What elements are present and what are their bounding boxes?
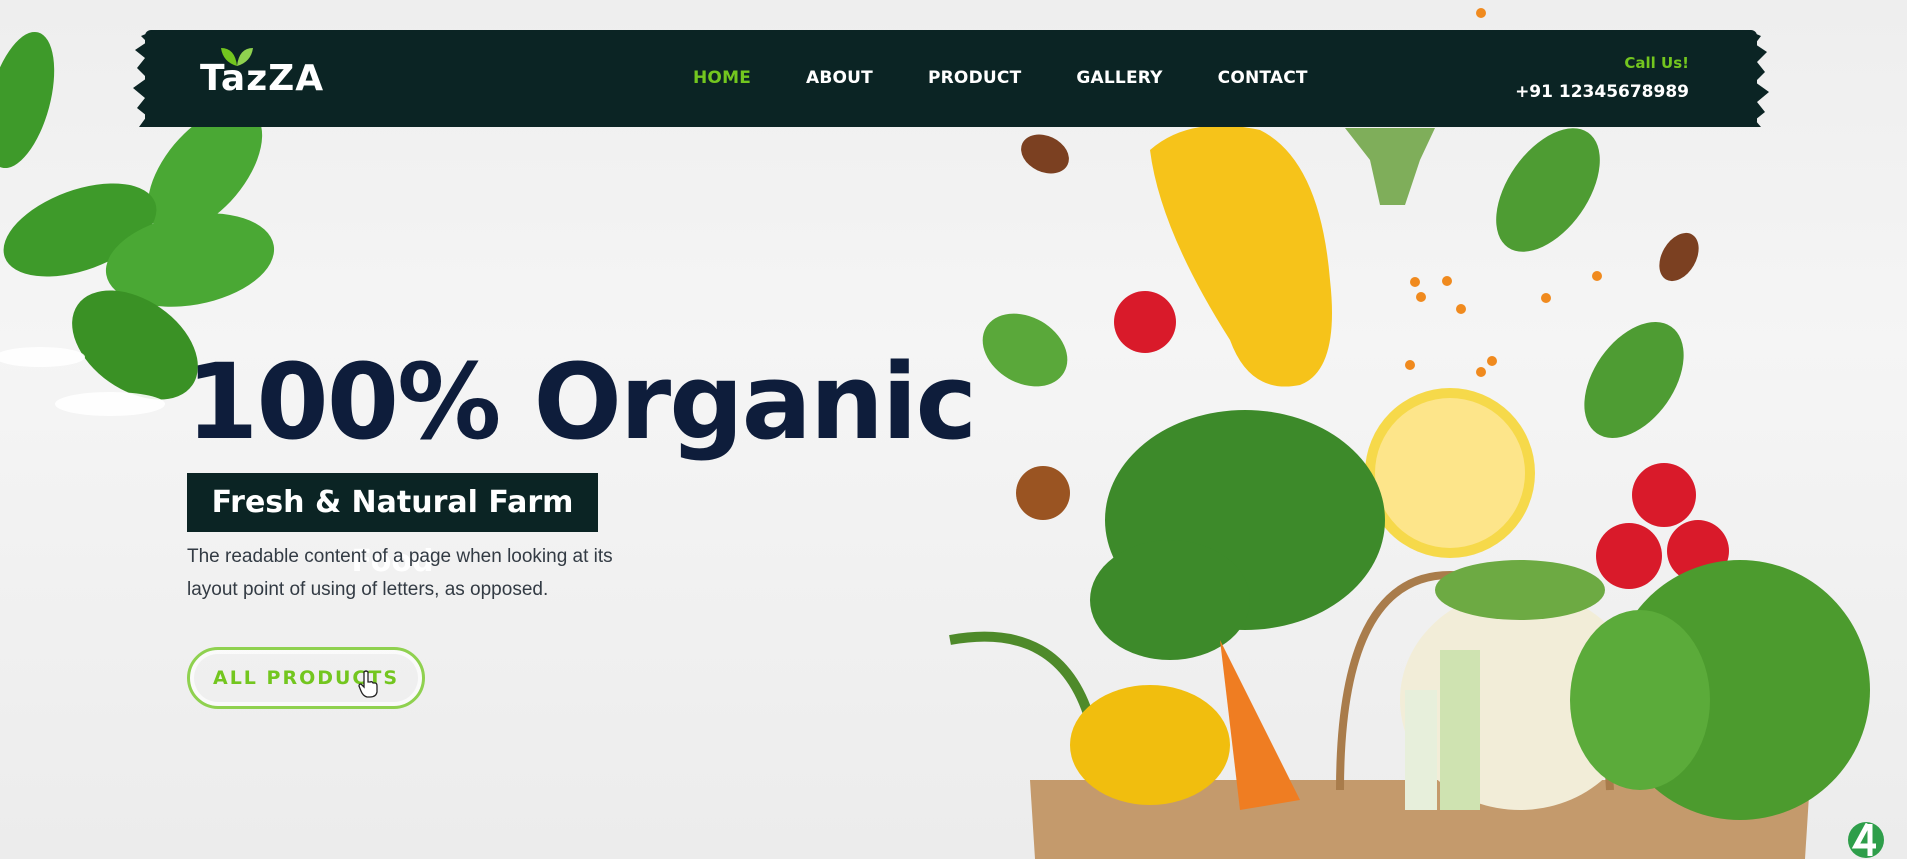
nav-menu: HOME ABOUT PRODUCT GALLERY CONTACT [693, 68, 1308, 88]
green-beans [949, 631, 1095, 722]
phone-number[interactable]: +91 12345678989 [1515, 82, 1689, 102]
broccoli [1345, 128, 1435, 205]
hand-cursor-icon [358, 670, 378, 698]
almond [1021, 134, 1069, 174]
nav-contact[interactable]: CONTACT [1218, 68, 1308, 88]
yellow-zucchini [1150, 125, 1332, 387]
hero-subtitle: Fresh & Natural Farm Food [187, 473, 598, 579]
nav-gallery[interactable]: GALLERY [1076, 68, 1162, 88]
channel-badge-icon [1848, 822, 1884, 858]
nav-product[interactable]: PRODUCT [928, 68, 1021, 88]
top-navbar: TazZA HOME ABOUT PRODUCT GALLERY CONTACT… [133, 30, 1769, 127]
nav-about[interactable]: ABOUT [806, 68, 873, 88]
hero-title: 100% Organic [186, 341, 977, 463]
cherry-tomato [1596, 523, 1662, 589]
spinach-leaf [1496, 128, 1600, 252]
brand-logo[interactable]: TazZA [200, 58, 324, 99]
call-us-label: Call Us! [1624, 54, 1689, 72]
brush-edge-right [1747, 30, 1769, 127]
leek [1440, 650, 1480, 810]
hero-description: The readable content of a page when look… [187, 546, 613, 600]
cherry-tomato [1632, 463, 1696, 527]
all-products-button[interactable]: ALL PRODUCTS [187, 647, 425, 709]
leek [1405, 690, 1437, 810]
hazelnut [1016, 466, 1070, 520]
carrot-greens [1090, 410, 1385, 660]
yellow-pepper [1070, 685, 1230, 805]
spinach-leaf [982, 313, 1068, 387]
cherry-tomato [1114, 291, 1176, 353]
nav-home[interactable]: HOME [693, 68, 751, 88]
brush-edge-left [133, 30, 155, 127]
almond [1659, 232, 1699, 282]
spinach-leaf [1584, 322, 1684, 438]
